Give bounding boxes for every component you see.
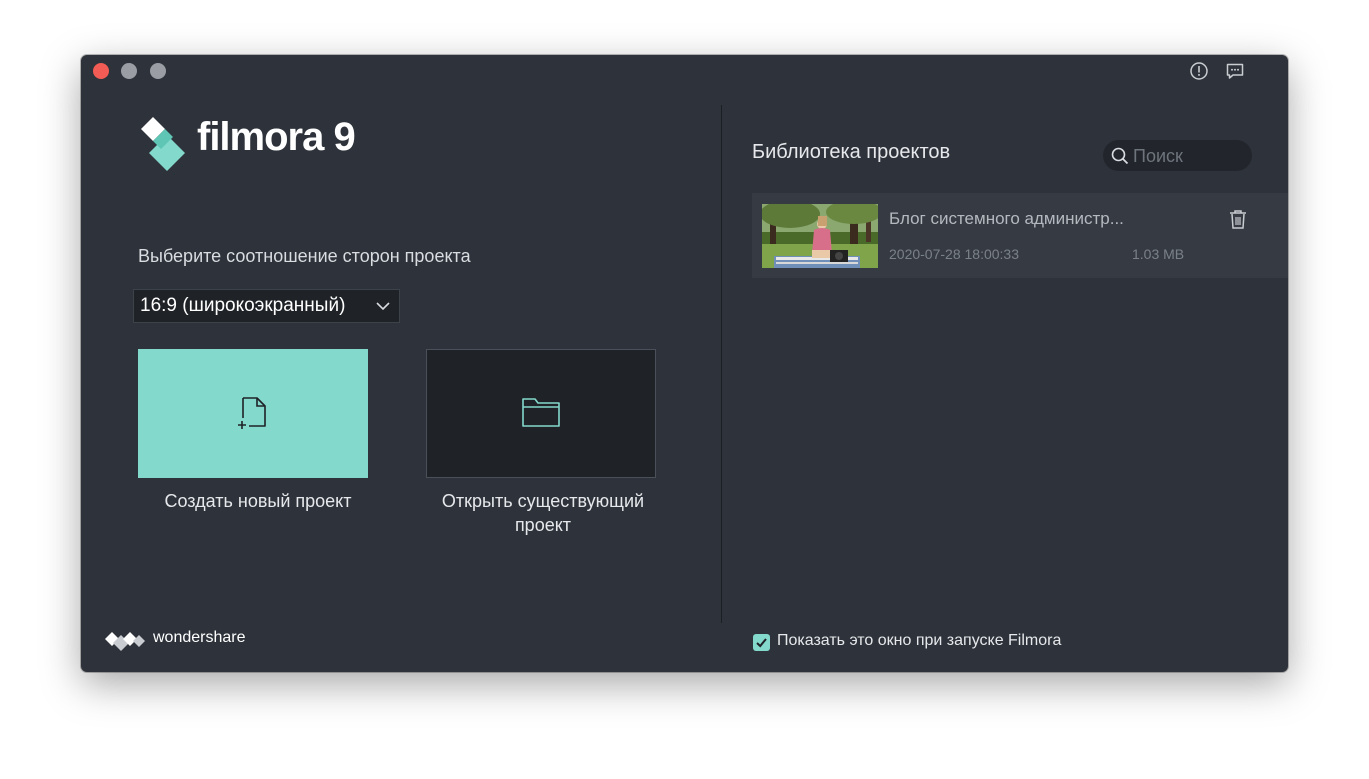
show-on-startup-label[interactable]: Показать это окно при запуске Filmora — [777, 632, 1061, 650]
wondershare-logo-icon — [105, 632, 145, 651]
trash-icon[interactable] — [1229, 209, 1247, 229]
project-name: Блог системного администр... — [889, 209, 1124, 228]
chevron-down-icon — [376, 302, 390, 311]
search-input[interactable] — [1131, 144, 1245, 168]
filmora-logo-mark-icon — [141, 117, 185, 171]
project-library-title: Библиотека проектов — [752, 141, 951, 163]
open-project-label[interactable]: Открыть существующий проект — [426, 489, 660, 537]
project-search[interactable] — [1103, 140, 1252, 171]
feedback-icon[interactable] — [1225, 61, 1245, 81]
maximize-window-button[interactable] — [150, 63, 166, 79]
project-list-item[interactable]: Блог системного администр... 2020-07-28 … — [752, 193, 1288, 278]
startup-window: filmora 9 Выберите соотношение сторон пр… — [81, 55, 1288, 672]
new-project-label[interactable]: Создать новый проект — [138, 489, 378, 513]
project-date: 2020-07-28 18:00:33 — [889, 246, 1019, 262]
new-project-button[interactable] — [138, 349, 368, 478]
project-thumbnail — [762, 204, 878, 268]
search-icon — [1111, 147, 1129, 165]
open-project-button[interactable] — [426, 349, 656, 478]
project-size: 1.03 MB — [1132, 246, 1185, 262]
wondershare-name: wondershare — [153, 629, 246, 646]
minimize-window-button[interactable] — [121, 63, 137, 79]
checkmark-icon — [756, 638, 767, 648]
close-window-button[interactable] — [93, 63, 109, 79]
aspect-ratio-value: 16:9 (широкоэкранный) — [140, 295, 346, 316]
app-name: filmora 9 — [197, 115, 356, 159]
show-on-startup-checkbox[interactable] — [753, 634, 770, 651]
aspect-ratio-select[interactable]: 16:9 (широкоэкранный) — [133, 289, 400, 323]
folder-icon — [522, 398, 560, 427]
panel-divider — [721, 105, 722, 623]
filmora-logo: filmora 9 — [139, 113, 369, 173]
info-icon[interactable] — [1189, 61, 1209, 81]
aspect-ratio-label: Выберите соотношение сторон проекта — [138, 246, 471, 266]
new-file-icon — [238, 397, 266, 429]
wondershare-logo: wondershare — [105, 628, 265, 652]
